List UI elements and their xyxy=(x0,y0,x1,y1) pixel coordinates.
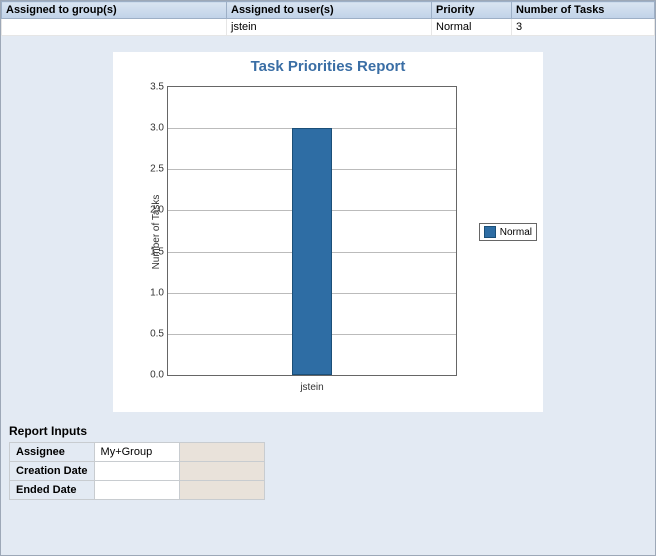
chart-legend: Normal xyxy=(479,223,537,241)
report-inputs-heading: Report Inputs xyxy=(9,424,655,438)
table-row[interactable]: jstein Normal 3 xyxy=(2,19,655,36)
plot-area: 0.00.51.01.52.02.53.03.5jstein xyxy=(167,86,457,376)
input-value xyxy=(94,481,179,500)
y-tick-label: 2.0 xyxy=(138,205,164,216)
col-assigned-group[interactable]: Assigned to group(s) xyxy=(2,2,227,19)
cell-user: jstein xyxy=(227,19,432,36)
legend-entry-label: Normal xyxy=(500,227,532,238)
input-row-assignee: Assignee My+Group xyxy=(10,443,265,462)
y-tick-label: 2.5 xyxy=(138,164,164,175)
y-tick-label: 0.5 xyxy=(138,328,164,339)
y-tick-label: 3.0 xyxy=(138,123,164,134)
report-panel: Assigned to group(s) Assigned to user(s)… xyxy=(0,0,656,556)
input-row-ended-date: Ended Date xyxy=(10,481,265,500)
input-row-creation-date: Creation Date xyxy=(10,462,265,481)
bar-jstein xyxy=(292,128,332,375)
chart-title: Task Priorities Report xyxy=(113,52,543,79)
col-priority[interactable]: Priority xyxy=(432,2,512,19)
input-value: My+Group xyxy=(94,443,179,462)
chart-panel: Task Priorities Report Number of Tasks 0… xyxy=(113,52,543,412)
table-header-row: Assigned to group(s) Assigned to user(s)… xyxy=(2,2,655,19)
input-key: Assignee xyxy=(10,443,95,462)
y-tick-label: 1.0 xyxy=(138,287,164,298)
input-key: Ended Date xyxy=(10,481,95,500)
input-extra xyxy=(179,481,264,500)
input-key: Creation Date xyxy=(10,462,95,481)
report-inputs-table: Assignee My+Group Creation Date Ended Da… xyxy=(9,442,265,500)
y-tick-label: 3.5 xyxy=(138,82,164,93)
col-num-tasks[interactable]: Number of Tasks xyxy=(512,2,655,19)
cell-count: 3 xyxy=(512,19,655,36)
y-tick-label: 0.0 xyxy=(138,370,164,381)
results-table: Assigned to group(s) Assigned to user(s)… xyxy=(1,1,655,36)
input-value xyxy=(94,462,179,481)
y-tick-label: 1.5 xyxy=(138,246,164,257)
x-tick-label: jstein xyxy=(300,382,323,393)
cell-group xyxy=(2,19,227,36)
input-extra xyxy=(179,443,264,462)
cell-priority: Normal xyxy=(432,19,512,36)
col-assigned-user[interactable]: Assigned to user(s) xyxy=(227,2,432,19)
input-extra xyxy=(179,462,264,481)
legend-swatch-icon xyxy=(484,226,496,238)
